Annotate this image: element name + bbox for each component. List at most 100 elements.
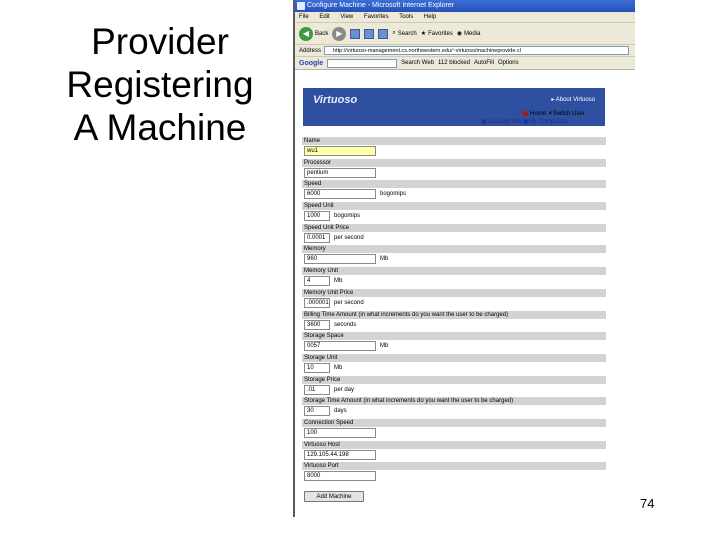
field-input[interactable]: .000001: [304, 297, 330, 308]
configure-machine-form: Name wu1 Processor pentium Speed 6000 bogomips…: [302, 137, 606, 484]
field-input[interactable]: 3600: [304, 319, 330, 330]
home-button[interactable]: [378, 28, 389, 39]
about-virtuoso-link[interactable]: ▸ About Virtuoso: [551, 96, 595, 103]
form-row: Memory Unit Price .000001 per second: [302, 288, 606, 311]
field-line: pentium: [302, 167, 606, 178]
forward-arrow-icon: ▶: [332, 26, 347, 41]
google-toolbar: Google Search Web 112 blocked AutoFill O…: [295, 57, 635, 70]
field-line: wu1: [302, 145, 606, 156]
form-row: Speed Unit 1000 bogomips: [302, 202, 606, 224]
options-button[interactable]: Options: [498, 60, 519, 66]
google-logo: Google: [299, 59, 324, 67]
search-label: Search: [397, 30, 417, 37]
popup-blocked-count[interactable]: 112 blocked: [438, 60, 470, 66]
search-button[interactable]: ⌕ Search: [392, 30, 416, 37]
field-line: 129.105.44.198: [302, 449, 606, 460]
field-input[interactable]: 4: [304, 276, 330, 287]
form-row: Speed Unit Price 0.0001 per second: [302, 223, 606, 246]
browser-titlebar: Configure Machine - Microsoft Internet E…: [295, 0, 635, 12]
form-row: Storage Unit 10 Mb: [302, 353, 606, 376]
field-line: 30 days: [302, 405, 606, 417]
media-label: Media: [464, 30, 481, 37]
field-input[interactable]: 129.105.44.198: [304, 449, 376, 460]
about-label: About Virtuoso: [555, 97, 595, 103]
address-label: Address: [299, 47, 322, 54]
field-line: 0057 Mb: [302, 340, 606, 352]
field-unit: Mb: [380, 343, 389, 350]
home-icon: [523, 110, 528, 116]
field-input[interactable]: 6000: [304, 189, 376, 200]
field-unit: Mb: [380, 256, 389, 263]
field-line: 10 Mb: [302, 362, 606, 373]
field-input[interactable]: 100: [304, 427, 376, 438]
menu-view[interactable]: View: [340, 14, 353, 20]
page-content: Virtuoso ▸ About Virtuoso Home ✕Switch U…: [295, 70, 635, 517]
field-input[interactable]: 0.0001: [304, 232, 330, 243]
form-row: Storage Time Amount (in what increments …: [302, 397, 606, 419]
field-line: 3600 seconds: [302, 319, 606, 330]
favorites-button[interactable]: ★ Favorites: [420, 30, 453, 38]
virtuoso-logo: Virtuoso: [313, 94, 358, 106]
favorites-label: Favorites: [428, 30, 453, 37]
field-input[interactable]: 0057: [304, 341, 376, 352]
account-nav: ▣ Account Info ▣My Computers: [481, 118, 568, 125]
field-label: Processor: [302, 158, 606, 167]
search-web-button[interactable]: Search Web: [401, 60, 434, 66]
menu-favorites[interactable]: Favorites: [364, 14, 389, 20]
refresh-button[interactable]: [364, 28, 375, 39]
field-unit: bogomips: [334, 213, 361, 220]
field-input[interactable]: 10: [304, 362, 330, 373]
field-input[interactable]: .01: [304, 384, 330, 395]
slide-title-line-2: Registering: [66, 64, 254, 105]
field-label: Storage Space: [302, 332, 606, 341]
nav-account-info[interactable]: Account Info: [488, 119, 521, 125]
slide-title-line-3: A Machine: [73, 107, 247, 148]
field-label: Billing Time Amount (in what increments …: [302, 310, 606, 319]
field-label: Memory: [302, 245, 606, 254]
field-label: Memory Unit Price: [302, 288, 606, 297]
field-input[interactable]: pentium: [304, 167, 376, 178]
field-unit: Mb: [334, 364, 343, 371]
media-button[interactable]: ◉ Media: [457, 30, 481, 38]
address-bar: Address http://virtuoso-management.cs.no…: [295, 45, 635, 57]
form-row: Speed 6000 bogomips: [302, 180, 606, 202]
google-search-input[interactable]: [327, 58, 398, 68]
field-label: Virtuoso Host: [302, 440, 606, 449]
browser-window: Configure Machine - Microsoft Internet E…: [293, 0, 635, 517]
field-unit: seconds: [334, 321, 357, 328]
field-input[interactable]: 1000: [304, 211, 330, 222]
field-label: Speed Unit Price: [302, 223, 606, 232]
form-row: Billing Time Amount (in what increments …: [302, 310, 606, 333]
menu-tools[interactable]: Tools: [399, 14, 413, 20]
refresh-icon: [364, 28, 375, 39]
menu-help[interactable]: Help: [424, 14, 436, 20]
field-input[interactable]: 8000: [304, 471, 376, 482]
form-row: Processor pentium: [302, 158, 606, 181]
field-line: 960 Mb: [302, 253, 606, 265]
address-input[interactable]: http://virtuoso-management.cs.northweste…: [324, 46, 629, 55]
field-line: 4 Mb: [302, 275, 606, 287]
menu-bar: File Edit View Favorites Tools Help: [295, 12, 635, 23]
field-input[interactable]: 960: [304, 254, 376, 265]
autofill-button[interactable]: AutoFill: [474, 60, 494, 66]
top-nav: Home ✕Switch User: [523, 110, 585, 117]
back-button[interactable]: ◀ Back: [299, 26, 328, 41]
window-title: Configure Machine - Microsoft Internet E…: [307, 2, 455, 9]
field-input[interactable]: wu1: [304, 146, 376, 156]
field-input[interactable]: 30: [304, 406, 330, 417]
field-unit: per second: [334, 234, 364, 241]
form-row: Memory 960 Mb: [302, 245, 606, 267]
forward-button[interactable]: ▶: [332, 26, 347, 41]
nav-switch-user[interactable]: Switch User: [553, 111, 585, 117]
field-line: 1000 bogomips: [302, 210, 606, 222]
star-icon: ★: [420, 31, 427, 37]
field-label: Name: [302, 137, 606, 145]
nav-my-computers[interactable]: My Computers: [529, 119, 568, 125]
stop-button[interactable]: [350, 28, 361, 39]
field-line: .000001 per second: [302, 297, 606, 308]
form-row: Connection Speed 100: [302, 418, 606, 441]
menu-file[interactable]: File: [299, 14, 309, 20]
add-machine-button[interactable]: Add Machine: [304, 491, 364, 502]
nav-home[interactable]: Home: [530, 111, 546, 117]
menu-edit[interactable]: Edit: [319, 14, 329, 20]
